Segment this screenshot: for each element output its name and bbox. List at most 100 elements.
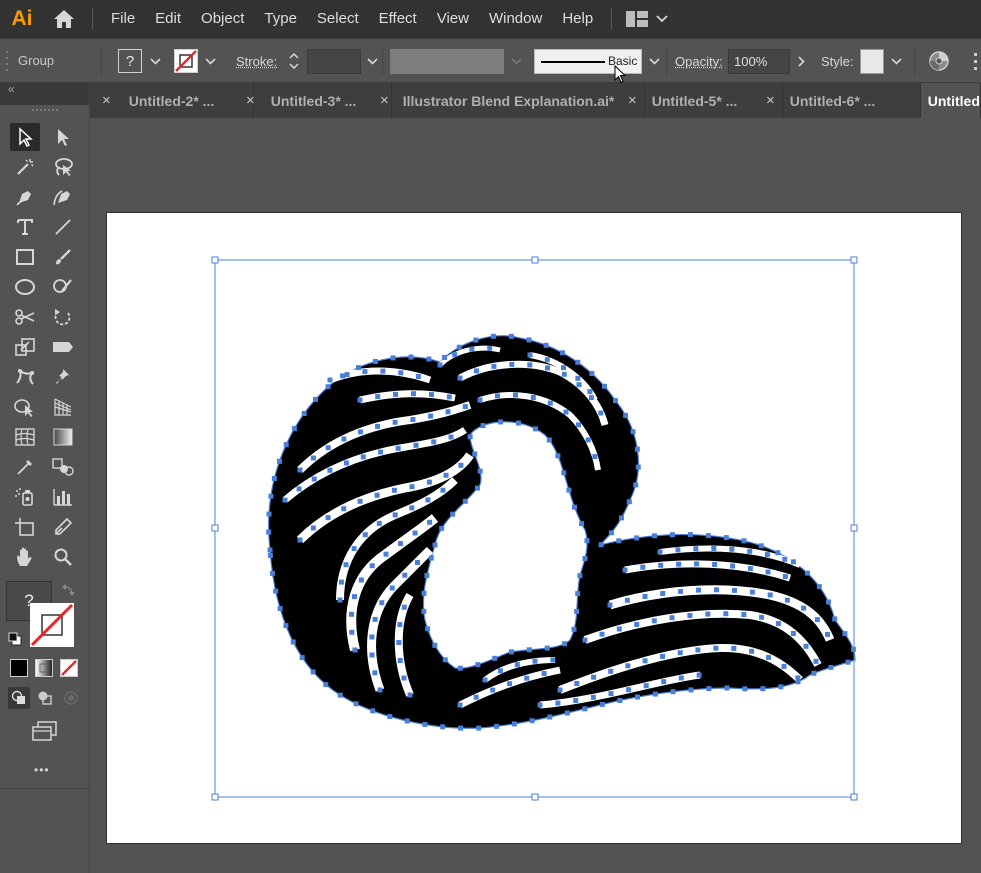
- hair-artwork[interactable]: [268, 335, 856, 729]
- anchor-point: [706, 686, 712, 692]
- anchor-point: [457, 702, 463, 708]
- anchor-point: [343, 562, 349, 568]
- resize-handle[interactable]: [211, 524, 219, 532]
- anchor-point: [380, 368, 386, 374]
- anchor-point: [456, 344, 462, 350]
- anchor-point: [778, 684, 784, 690]
- anchor-point: [555, 700, 561, 706]
- anchor-point: [598, 542, 604, 548]
- anchor-point: [299, 655, 305, 661]
- resize-handle[interactable]: [211, 793, 219, 801]
- anchor-point: [693, 546, 699, 552]
- anchor-point: [407, 692, 413, 698]
- anchor-point: [467, 434, 473, 440]
- resize-handle[interactable]: [850, 256, 858, 264]
- anchor-point: [450, 511, 456, 517]
- anchor-point: [561, 470, 567, 476]
- anchor-point: [616, 538, 622, 544]
- anchor-point: [713, 645, 719, 651]
- resize-handle[interactable]: [211, 256, 219, 264]
- anchor-point: [491, 363, 497, 369]
- anchor-point: [448, 434, 454, 440]
- anchor-point: [543, 342, 549, 348]
- anchor-point: [374, 492, 380, 498]
- anchor-point: [376, 520, 382, 526]
- anchor-point: [311, 476, 317, 482]
- anchor-point: [392, 419, 398, 425]
- anchor-point: [546, 437, 552, 443]
- anchor-point: [442, 354, 448, 360]
- anchor-point: [608, 530, 614, 536]
- anchor-point: [599, 701, 605, 707]
- anchor-point: [271, 476, 277, 481]
- anchor-point: [474, 368, 479, 374]
- anchor-point: [277, 606, 283, 611]
- anchor-point: [527, 362, 533, 368]
- anchor-point: [425, 626, 431, 632]
- anchor-point: [377, 687, 383, 693]
- anchor-point: [811, 670, 817, 676]
- anchor-point: [526, 337, 532, 343]
- anchor-point: [291, 426, 297, 432]
- anchor-point: [626, 499, 632, 505]
- resize-handle[interactable]: [850, 793, 858, 801]
- anchor-point: [694, 561, 700, 567]
- anchor-point: [765, 569, 771, 575]
- anchor-point: [795, 675, 801, 681]
- anchor-point: [408, 354, 414, 360]
- anchor-point: [675, 547, 681, 553]
- anchor-point: [803, 643, 809, 649]
- anchor-point: [270, 570, 275, 576]
- anchor-point: [511, 721, 517, 727]
- anchor-point: [432, 642, 438, 648]
- anchor-point: [369, 563, 375, 569]
- anchor-point: [660, 591, 666, 596]
- anchor-point: [782, 556, 788, 562]
- anchor-point: [397, 658, 403, 663]
- anchor-point: [516, 420, 521, 426]
- anchor-point: [749, 589, 755, 595]
- anchor-point: [760, 686, 766, 692]
- anchor-point: [608, 668, 614, 674]
- anchor-point: [813, 658, 819, 664]
- anchor-point: [266, 529, 272, 535]
- anchor-point: [661, 679, 667, 685]
- anchor-point: [617, 698, 623, 703]
- anchor-point: [427, 519, 433, 525]
- anchor-point: [323, 682, 329, 688]
- anchor-point: [387, 714, 393, 719]
- anchor-point: [440, 487, 446, 493]
- resize-handle[interactable]: [531, 256, 539, 264]
- anchor-point: [828, 664, 834, 670]
- anchor-point: [782, 574, 788, 580]
- anchor-point: [622, 567, 628, 573]
- anchor-point: [490, 333, 496, 339]
- anchor-point: [561, 371, 567, 377]
- anchor-point: [577, 573, 583, 579]
- resize-handle[interactable]: [850, 524, 858, 532]
- anchor-point: [378, 449, 384, 455]
- anchor-point: [472, 451, 478, 457]
- anchor-point: [473, 694, 479, 700]
- anchor-point: [741, 612, 747, 617]
- anchor-point: [352, 647, 358, 653]
- anchor-point: [575, 375, 581, 381]
- anchor-point: [572, 504, 577, 510]
- anchor-point: [695, 647, 701, 653]
- artwork-layer[interactable]: [0, 0, 981, 873]
- anchor-point: [633, 482, 639, 488]
- anchor-point: [337, 597, 343, 603]
- anchor-point: [325, 515, 331, 521]
- resize-handle[interactable]: [531, 793, 539, 801]
- anchor-point: [351, 546, 357, 552]
- anchor-point: [325, 384, 331, 390]
- anchor-point: [561, 365, 566, 371]
- anchor-point: [607, 602, 613, 608]
- anchor-point: [696, 672, 702, 678]
- anchor-point: [421, 608, 427, 614]
- anchor-point: [395, 445, 401, 451]
- anchor-point: [660, 653, 665, 659]
- anchor-point: [475, 662, 481, 668]
- anchor-point: [588, 395, 594, 401]
- anchor-point: [598, 410, 604, 416]
